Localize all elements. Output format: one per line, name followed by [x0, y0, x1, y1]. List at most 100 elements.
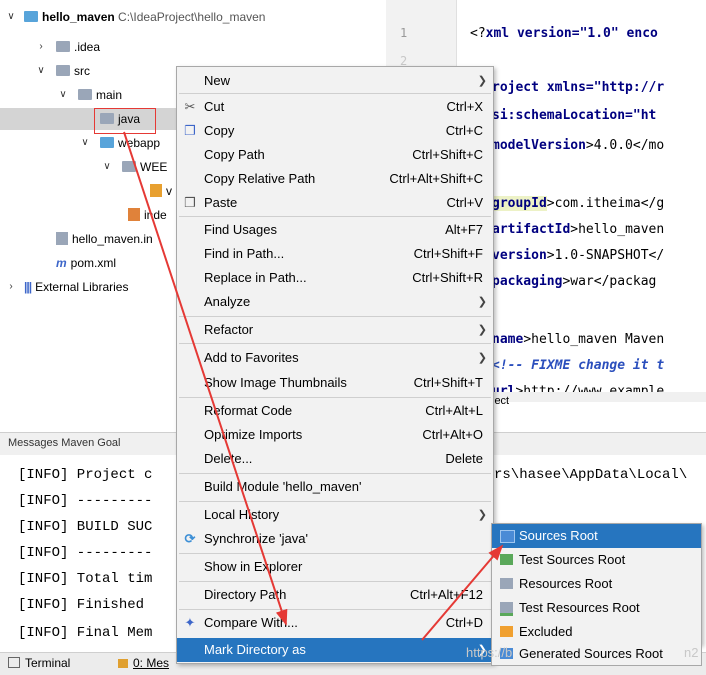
menu-separator	[179, 343, 491, 344]
menu-separator	[179, 316, 491, 317]
chevron-right-icon[interactable]: ›	[36, 36, 46, 58]
menu-separator	[179, 581, 491, 582]
menu-item-copy-path[interactable]: Copy Path Ctrl+Shift+C	[177, 144, 493, 166]
submenu-item-test-sources-root[interactable]: Test Sources Root	[492, 548, 701, 572]
menu-item-copy-relative-path[interactable]: Copy Relative Path Ctrl+Alt+Shift+C	[177, 168, 493, 190]
test-resources-root-icon	[500, 602, 513, 616]
code-line: name>hello_maven Maven	[492, 332, 665, 347]
copy-icon: ❐	[184, 123, 196, 138]
code-line: groupId>com.itheima</g	[492, 196, 665, 211]
menu-item-find-in-path[interactable]: Find in Path... Ctrl+Shift+F	[177, 243, 493, 265]
tree-item-label: .idea	[74, 40, 101, 54]
folder-icon	[56, 41, 70, 52]
tree-item-label: v	[166, 184, 172, 198]
menu-item-delete[interactable]: Delete... Delete	[177, 448, 493, 470]
line-number: 1	[400, 26, 408, 40]
menu-separator	[179, 501, 491, 502]
submenu-item-excluded[interactable]: Excluded	[492, 620, 701, 644]
menu-item-mark-directory-as[interactable]: Mark Directory as ❯	[177, 638, 493, 662]
menu-item-reformat-code[interactable]: Reformat Code Ctrl+Alt+L	[177, 400, 493, 422]
chevron-down-icon[interactable]: ∨	[80, 132, 90, 154]
folder-icon	[122, 161, 136, 172]
sync-icon: ⟳	[184, 531, 196, 546]
menu-item-copy[interactable]: ❐ Copy Ctrl+C	[177, 120, 493, 142]
menu-item-compare-with[interactable]: ✦ Compare With... Ctrl+D	[177, 612, 493, 634]
menu-separator	[179, 473, 491, 474]
menu-item-show-in-explorer[interactable]: Show in Explorer	[177, 556, 493, 578]
tab-terminal[interactable]: Terminal	[8, 656, 70, 670]
xml-file-icon	[150, 184, 162, 197]
tree-item-label: WEE	[140, 160, 168, 174]
code-line: artifactId>hello_maven	[492, 222, 665, 237]
console-line: [INFO] Finished	[18, 597, 145, 613]
code-line: <!-- FIXME change it t	[492, 358, 665, 373]
tree-item-label: hello_maven.in	[72, 232, 153, 246]
menu-separator	[179, 397, 491, 398]
menu-item-refactor[interactable]: Refactor ❯	[177, 319, 493, 341]
tree-item-label: src	[74, 64, 90, 78]
submenu-item-resources-root[interactable]: Resources Root	[492, 572, 701, 596]
folder-icon	[56, 65, 70, 76]
menu-item-directory-path[interactable]: Directory Path Ctrl+Alt+F12	[177, 584, 493, 606]
chevron-down-icon[interactable]: ∨	[36, 60, 46, 82]
tree-item-label: webapp	[118, 136, 161, 150]
code-line: si:schemaLocation="ht	[492, 108, 657, 123]
code-line: modelVersion>4.0.0</mo	[492, 138, 665, 153]
messages-icon	[118, 659, 128, 668]
code-line: url>http://www.example	[492, 384, 665, 392]
menu-item-build-module[interactable]: Build Module 'hello_maven'	[177, 476, 493, 498]
submenu-item-test-resources-root[interactable]: Test Resources Root	[492, 596, 701, 620]
code-line: <?xml version="1.0" enco	[470, 26, 658, 41]
submenu-arrow-icon: ❯	[477, 75, 487, 87]
console-line: [INFO] Final Mem	[18, 625, 153, 641]
scissors-icon: ✂	[184, 99, 196, 114]
menu-item-optimize-imports[interactable]: Optimize Imports Ctrl+Alt+O	[177, 424, 493, 446]
resources-root-icon	[500, 578, 513, 589]
test-sources-root-icon	[500, 554, 513, 565]
mark-directory-submenu: Sources Root Test Sources Root Resources…	[491, 523, 702, 645]
chevron-right-icon[interactable]: ›	[6, 276, 16, 298]
menu-item-show-image-thumbnails[interactable]: Show Image Thumbnails Ctrl+Shift+T	[177, 372, 493, 394]
menu-item-analyze[interactable]: Analyze ❯	[177, 291, 493, 313]
tree-item-label: main	[96, 88, 123, 102]
project-root-name: hello_maven	[42, 10, 115, 24]
context-menu: New ❯ ✂ Cut Ctrl+X ❐ Copy Ctrl+C Copy Path Ctr…	[176, 66, 494, 664]
menu-item-find-usages[interactable]: Find Usages Alt+F7	[177, 219, 493, 241]
folder-icon	[78, 89, 92, 100]
terminal-icon	[8, 657, 20, 668]
code-line: version>1.0-SNAPSHOT</	[492, 248, 665, 263]
jsp-file-icon	[128, 208, 140, 221]
menu-item-cut[interactable]: ✂ Cut Ctrl+X	[177, 96, 493, 118]
console-line: [INFO] Project c	[18, 467, 153, 483]
submenu-item-generated-sources-root[interactable]: Generated Sources Root	[491, 643, 702, 666]
annotation-highlight-box	[94, 108, 156, 134]
submenu-item-sources-root[interactable]: Sources Root	[492, 524, 701, 548]
menu-separator	[179, 553, 491, 554]
messages-title: Messages Maven Goal	[8, 437, 121, 449]
code-line: packaging>war</packag	[492, 274, 657, 289]
editor-breadcrumb: ject	[492, 392, 706, 407]
tree-item-label: pom.xml	[70, 256, 117, 270]
chevron-down-icon[interactable]: ∨	[6, 6, 16, 28]
menu-item-local-history[interactable]: Local History ❯	[177, 504, 493, 526]
excluded-icon	[500, 626, 513, 637]
menu-separator	[179, 609, 491, 610]
console-line: [INFO] ---------	[18, 493, 153, 509]
menu-separator	[179, 216, 491, 217]
menu-item-replace-in-path[interactable]: Replace in Path... Ctrl+Shift+R	[177, 267, 493, 289]
menu-item-synchronize[interactable]: ⟳ Synchronize 'java'	[177, 528, 493, 550]
menu-item-add-to-favorites[interactable]: Add to Favorites ❯	[177, 347, 493, 369]
watermark: https://b	[466, 645, 513, 660]
chevron-down-icon[interactable]: ∨	[102, 156, 112, 178]
tab-messages[interactable]: 0: Mes	[118, 656, 169, 670]
console-line-right: rs\hasee\AppData\Local\	[494, 467, 688, 483]
menu-item-paste[interactable]: ❒ Paste Ctrl+V	[177, 192, 493, 214]
library-icon: |||	[24, 280, 32, 294]
submenu-arrow-icon: ❯	[477, 324, 487, 336]
maven-icon: m	[56, 256, 67, 270]
sources-root-icon	[500, 530, 515, 543]
tree-item-label: inde	[144, 208, 167, 222]
menu-item-new[interactable]: New ❯	[177, 70, 493, 92]
compare-icon: ✦	[184, 615, 196, 630]
chevron-down-icon[interactable]: ∨	[58, 84, 68, 106]
